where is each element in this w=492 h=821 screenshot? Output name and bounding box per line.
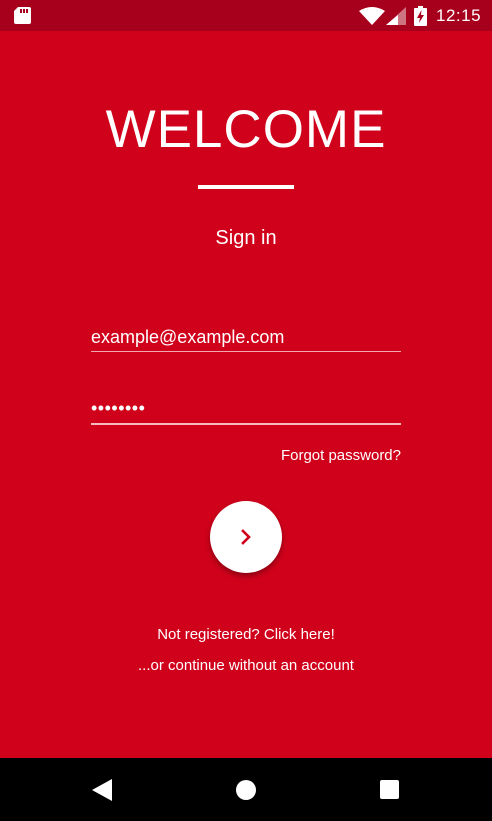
battery-charging-icon (414, 6, 427, 26)
password-field[interactable] (91, 396, 401, 420)
email-field-wrapper (91, 325, 401, 349)
status-bar: 12:15 (0, 0, 492, 31)
back-icon[interactable] (92, 779, 112, 801)
sign-in-button[interactable] (210, 501, 282, 573)
continue-without-account-link[interactable]: ...or continue without an account (0, 656, 492, 676)
password-underline (91, 423, 401, 425)
page-title: WELCOME (105, 100, 387, 159)
home-icon[interactable] (236, 780, 256, 800)
forgot-password-link[interactable]: Forgot password? (281, 446, 401, 466)
email-underline (91, 351, 401, 352)
sd-card-icon (14, 7, 31, 24)
cell-signal-icon (386, 7, 406, 25)
email-field[interactable] (91, 325, 401, 349)
navigation-bar (0, 758, 492, 821)
login-screen: 12:15 WELCOME Sign in Forgot password? N… (0, 0, 492, 821)
title-divider (198, 185, 294, 189)
password-field-wrapper (91, 396, 401, 420)
page-subtitle: Sign in (215, 227, 277, 249)
recents-icon[interactable] (380, 780, 399, 799)
chevron-right-icon (241, 529, 251, 545)
status-time: 12:15 (436, 6, 482, 25)
wifi-icon (359, 7, 385, 25)
register-link[interactable]: Not registered? Click here! (0, 625, 492, 645)
